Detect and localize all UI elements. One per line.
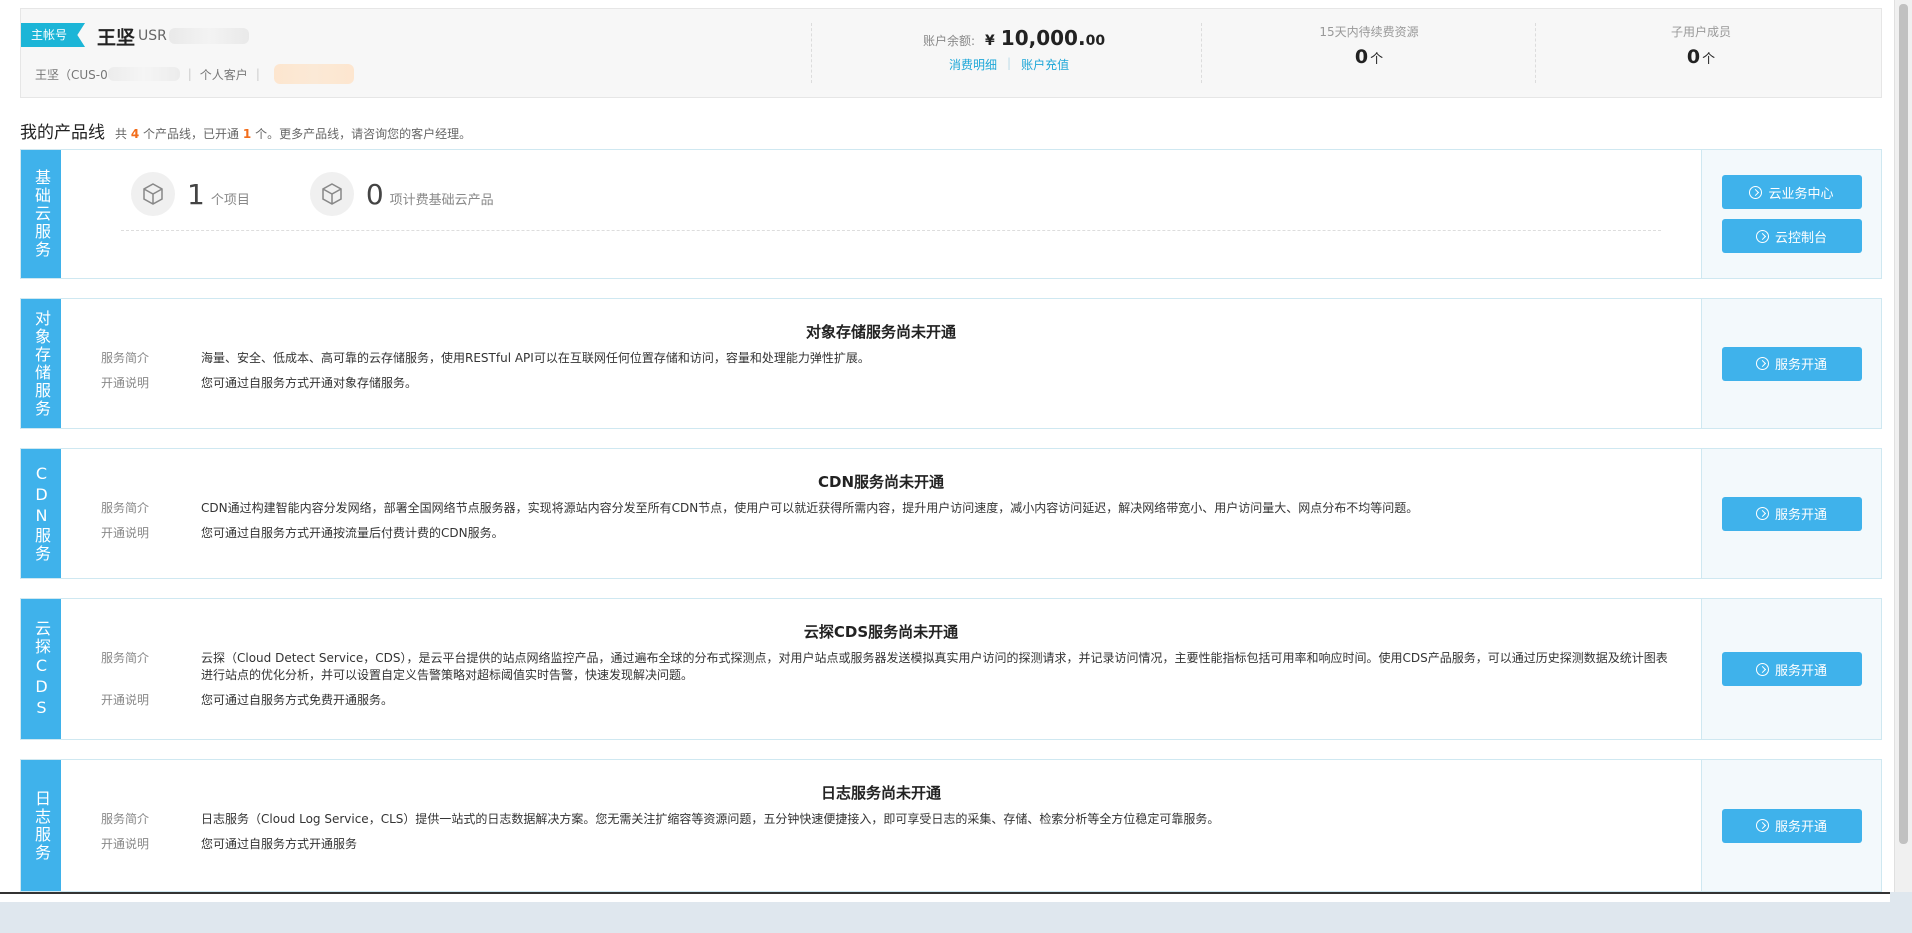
service-title: 对象存储服务尚未开通: [805, 323, 956, 341]
arrow-circle-icon: [1755, 229, 1769, 243]
arrow-circle-icon: [1755, 662, 1769, 676]
divider: [1535, 23, 1536, 83]
divider: |: [187, 67, 192, 81]
vertical-scrollbar[interactable]: [1894, 0, 1912, 892]
subuser-label: 子用户成员: [1670, 25, 1731, 39]
renewal-resources-stat[interactable]: 15天内待续费资源 0个: [1269, 23, 1469, 68]
panel-actions: 服务开通: [1701, 299, 1881, 428]
service-note-row: 开通说明 您可通过自服务方式免费开通服务。: [101, 693, 394, 707]
cube-icon: [309, 172, 354, 216]
page: 主帐号 王坚 USR 王坚（CUS-0 | 个人客户 | 账户余额: ¥ 10,…: [0, 0, 1912, 933]
divider: [1201, 23, 1202, 83]
open-log-service-button[interactable]: 服务开通: [1721, 808, 1862, 843]
panel-side-label: 云探CDS: [21, 599, 61, 739]
panel-side-label: 对象存储服务: [21, 299, 61, 428]
panel-body: 1 个项目 0 项计费基础云产品: [61, 150, 1701, 278]
projects-count: 1: [187, 177, 205, 211]
panel-log-service: 日志服务 日志服务尚未开通 服务简介 日志服务（Cloud Log Service…: [20, 759, 1882, 892]
balance-amount: 10,000.: [1000, 26, 1086, 50]
currency-symbol: ¥: [985, 33, 995, 49]
balance-decimal: 00: [1085, 33, 1106, 49]
account-sub-info: 王坚（CUS-0 | 个人客户 |: [35, 64, 354, 84]
service-intro-row: 服务简介 CDN通过构建智能内容分发网络，部署全国网络节点服务器，实现将源站内容分…: [101, 501, 1419, 515]
subuser-count: 0个: [1686, 46, 1716, 68]
service-intro-row: 服务简介 日志服务（Cloud Log Service，CLS）提供一站式的日志数…: [101, 812, 1220, 826]
account-recharge-link[interactable]: 账户充值: [1021, 56, 1069, 73]
customer-type: 个人客户: [199, 67, 248, 82]
divider: [121, 230, 1661, 231]
divider: |: [1007, 56, 1012, 70]
redacted-tag: [273, 64, 354, 84]
cloud-console-button[interactable]: 云控制台: [1721, 219, 1862, 253]
account-name: 王坚: [97, 27, 136, 49]
account-cus-id: 王坚（CUS-0: [35, 67, 108, 82]
balance-label: 账户余额:: [923, 34, 976, 48]
open-cds-button[interactable]: 服务开通: [1721, 652, 1862, 686]
service-intro-row: 服务简介 海量、安全、低成本、高可靠的云存储服务，使用RESTful API可以在…: [101, 351, 870, 365]
panel-actions: 服务开通: [1701, 599, 1881, 739]
service-note-row: 开通说明 您可通过自服务方式开通按流量后付费计费的CDN服务。: [101, 526, 504, 540]
panel-basic-cloud: 基础云服务 1 个项目 0 项计费基础云产品 云业务中心 云控制台: [20, 149, 1882, 279]
panel-side-label: CDN服务: [21, 449, 61, 578]
panel-actions: 云业务中心 云控制台: [1701, 150, 1881, 278]
cube-icon: [131, 172, 175, 216]
billing-products-count: 0: [365, 177, 384, 211]
open-object-storage-button[interactable]: 服务开通: [1721, 346, 1862, 381]
service-note-row: 开通说明 您可通过自服务方式开通对象存储服务。: [101, 376, 418, 390]
consumption-details-link[interactable]: 消费明细: [949, 56, 997, 73]
panel-actions: 服务开通: [1701, 760, 1881, 891]
horizontal-scrollbar[interactable]: [0, 892, 1890, 902]
panel-side-label: 日志服务: [21, 760, 61, 891]
balance-links: 消费明细 | 账户充值: [949, 56, 1069, 73]
panel-cdn: CDN服务 CDN服务尚未开通 服务简介 CDN通过构建智能内容分发网络，部署全国…: [20, 448, 1882, 579]
service-note-row: 开通说明 您可通过自服务方式开通服务: [101, 837, 358, 851]
redacted-usr-id: [169, 28, 249, 44]
arrow-circle-icon: [1755, 357, 1769, 370]
product-lines-note: 共 4 个产品线，已开通 1 个。更多产品线，请咨询您的客户经理。: [115, 127, 472, 141]
panel-body: 对象存储服务尚未开通 服务简介 海量、安全、低成本、高可靠的云存储服务，使用RES…: [61, 299, 1701, 428]
arrow-circle-icon: [1755, 507, 1769, 520]
account-balance: 账户余额: ¥ 10,000. 00: [923, 26, 1105, 50]
projects-label: 个项目: [210, 192, 250, 208]
projects-stat: 1 个项目: [131, 172, 250, 216]
renewal-label: 15天内待续费资源: [1319, 25, 1419, 39]
panel-cds: 云探CDS 云探CDS服务尚未开通 服务简介 云探（Cloud Detect Se…: [20, 598, 1882, 740]
renewal-count: 0个: [1354, 46, 1384, 68]
account-card: 主帐号 王坚 USR 王坚（CUS-0 | 个人客户 | 账户余额: ¥ 10,…: [20, 8, 1882, 98]
arrow-circle-icon: [1749, 185, 1763, 199]
panel-object-storage: 对象存储服务 对象存储服务尚未开通 服务简介 海量、安全、低成本、高可靠的云存储服…: [20, 298, 1882, 429]
open-cdn-button[interactable]: 服务开通: [1721, 496, 1862, 531]
basic-stats: 1 个项目 0 项计费基础云产品: [131, 172, 554, 216]
account-usr-id: USR: [138, 28, 167, 44]
divider: [811, 23, 812, 83]
panel-side-label: 基础云服务: [21, 150, 61, 278]
panel-body: CDN服务尚未开通 服务简介 CDN通过构建智能内容分发网络，部署全国网络节点服务…: [61, 449, 1701, 578]
product-lines-title: 我的产品线: [20, 123, 105, 143]
arrow-circle-icon: [1755, 819, 1769, 832]
service-title: CDN服务尚未开通: [817, 473, 944, 491]
billing-products-label: 项计费基础云产品: [389, 192, 494, 208]
redacted-cus-id: [107, 67, 180, 81]
divider: |: [255, 67, 260, 81]
scrollbar-thumb[interactable]: [1899, 4, 1908, 844]
service-title: 日志服务尚未开通: [820, 784, 941, 802]
main-account-badge: 主帐号: [21, 23, 86, 47]
panel-body: 日志服务尚未开通 服务简介 日志服务（Cloud Log Service，CLS）…: [61, 760, 1701, 891]
product-lines-heading: 我的产品线 共 4 个产品线，已开通 1 个。更多产品线，请咨询您的客户经理。: [20, 118, 471, 143]
panel-actions: 服务开通: [1701, 449, 1881, 578]
billing-products-stat: 0 项计费基础云产品: [309, 172, 494, 216]
service-title: 云探CDS服务尚未开通: [803, 623, 959, 641]
subuser-members-stat[interactable]: 子用户成员 0个: [1601, 23, 1801, 68]
panel-body: 云探CDS服务尚未开通 服务简介 云探（Cloud Detect Service，…: [61, 599, 1701, 739]
cloud-business-center-button[interactable]: 云业务中心: [1721, 175, 1862, 209]
service-intro-row: 服务简介 云探（Cloud Detect Service，CDS），是云平台提供的…: [101, 651, 1668, 682]
